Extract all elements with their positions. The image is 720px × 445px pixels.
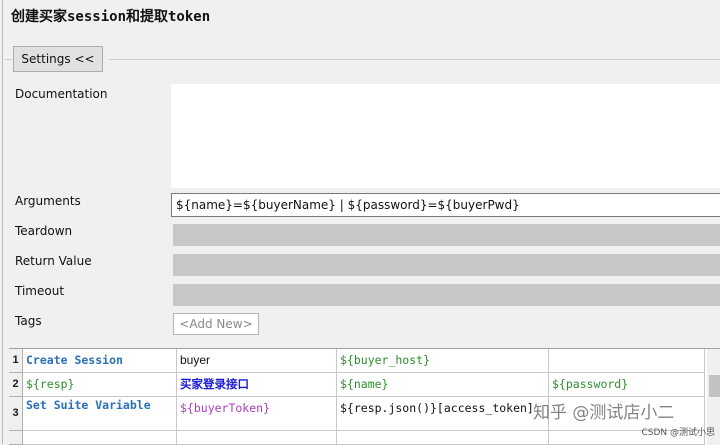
grid-cell[interactable]: [23, 431, 177, 445]
grid-cell[interactable]: ${buyerToken}: [177, 397, 337, 431]
add-tag-button[interactable]: <Add New>: [173, 313, 259, 335]
documentation-field[interactable]: [171, 84, 720, 188]
teardown-label: Teardown: [15, 224, 73, 238]
grid-cell[interactable]: [549, 349, 705, 373]
grid-cell[interactable]: 买家登录接口: [177, 373, 337, 397]
grid-cell[interactable]: ${buyer_host}: [337, 349, 549, 373]
row-number[interactable]: 2: [9, 373, 23, 397]
keyword-steps-grid: 1 Create Session buyer ${buyer_host} 2 $…: [9, 348, 720, 445]
grid-cell[interactable]: ${name}: [337, 373, 549, 397]
keyword-editor: 创建买家session和提取token Settings << Document…: [2, 0, 720, 445]
arguments-label: Arguments: [15, 194, 81, 208]
row-number[interactable]: [9, 431, 23, 445]
arguments-field[interactable]: ${name}=${buyerName} | ${password}=${buy…: [171, 193, 720, 217]
tags-label: Tags: [15, 314, 42, 328]
watermark: 知乎 @测试店小二: [533, 403, 675, 423]
grid-cell[interactable]: Set Suite Variable: [23, 397, 177, 431]
table-row: [9, 431, 720, 445]
grid-cell[interactable]: [337, 431, 549, 445]
teardown-field[interactable]: [173, 224, 720, 246]
keyword-title: 创建买家session和提取token: [11, 9, 211, 25]
return-value-field[interactable]: [173, 254, 720, 276]
timeout-field[interactable]: [173, 284, 720, 306]
grid-cell[interactable]: [177, 431, 337, 445]
table-row: 1 Create Session buyer ${buyer_host}: [9, 349, 720, 373]
row-number[interactable]: 3: [9, 397, 23, 431]
settings-toggle-button[interactable]: Settings <<: [13, 46, 103, 72]
table-row: 2 ${resp} 买家登录接口 ${name} ${password}: [9, 373, 720, 397]
grid-cell[interactable]: ${resp.json()}[access_token]: [337, 397, 549, 431]
row-number[interactable]: 1: [9, 349, 23, 373]
scrollbar-thumb[interactable]: [709, 375, 720, 397]
grid-cell[interactable]: Create Session: [23, 349, 177, 373]
timeout-label: Timeout: [15, 284, 65, 298]
settings-divider-left: [5, 59, 13, 60]
grid-cell[interactable]: ${password}: [549, 373, 705, 397]
grid-cell[interactable]: buyer: [177, 349, 337, 373]
settings-divider: [109, 59, 720, 60]
grid-cell[interactable]: ${resp}: [23, 373, 177, 397]
return-value-label: Return Value: [15, 254, 92, 268]
documentation-label: Documentation: [15, 87, 108, 101]
watermark-small: CSDN @测试小思: [641, 428, 715, 438]
